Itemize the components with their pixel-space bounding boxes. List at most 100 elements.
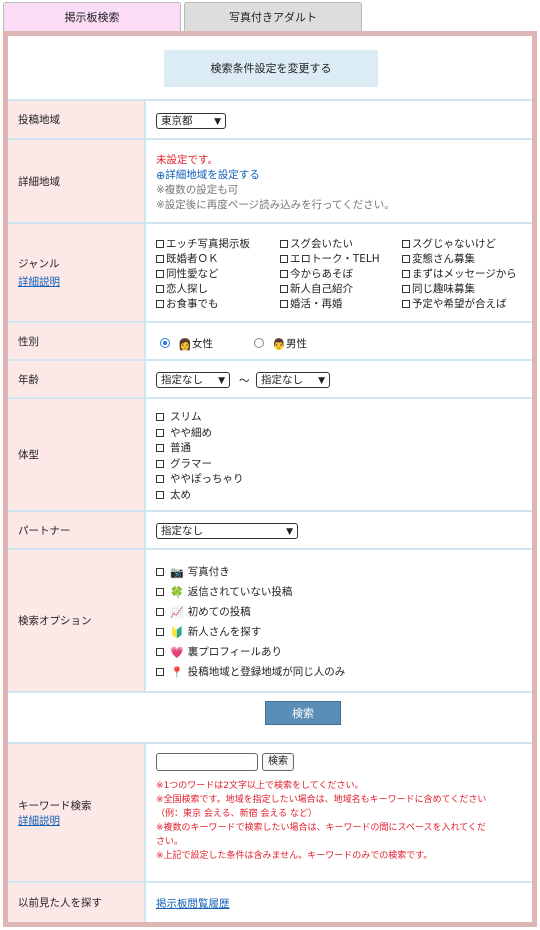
body-type-row: 体型 スリム やや細め 普通 グラマー ややぽっちゃり 太め — [8, 399, 532, 512]
partner-select[interactable]: 指定なし ▼ — [156, 523, 298, 539]
detail-region-note-reload: ※設定後に再度ページ読み込みを行ってください。 — [156, 199, 395, 211]
search-option[interactable]: 📈 初めての投稿 — [156, 604, 251, 619]
genre-checkbox[interactable] — [280, 255, 288, 263]
genre-option[interactable]: スグ会いたい — [280, 236, 353, 251]
genre-checkbox[interactable] — [156, 300, 164, 308]
genre-checkbox[interactable] — [156, 270, 164, 278]
genre-option[interactable]: エロトーク・TELH — [280, 251, 380, 266]
detail-region-note-multiple: ※複数の設定も可 — [156, 184, 239, 196]
age-from-select[interactable]: 指定なし ▼ — [156, 372, 230, 388]
search-option-label: 返信されていない投稿 — [187, 586, 293, 598]
body-type-checkbox[interactable] — [156, 413, 164, 421]
genre-checkbox[interactable] — [280, 300, 288, 308]
detail-region-label: 詳細地域 — [8, 140, 146, 222]
keyword-help-link[interactable]: 詳細説明 — [18, 813, 60, 828]
genre-checkbox[interactable] — [280, 240, 288, 248]
region-select[interactable]: 東京都 ▼ — [156, 113, 226, 129]
genre-option-label: 今からあそぼ — [290, 268, 353, 280]
age-to-select[interactable]: 指定なし ▼ — [256, 372, 330, 388]
body-type-option[interactable]: 普通 — [156, 440, 191, 455]
plus-circle-icon: ⊕ — [156, 169, 166, 182]
genre-checkbox[interactable] — [402, 255, 410, 263]
genre-option-label: 婚活・再婚 — [290, 298, 343, 310]
search-option[interactable]: 💗 裏プロフィールあり — [156, 644, 282, 659]
keyword-input[interactable] — [156, 753, 258, 771]
tab-board-search[interactable]: 掲示板検索 — [3, 2, 181, 32]
genre-option[interactable]: 既婚者ＯＫ — [156, 251, 219, 266]
body-type-checkbox[interactable] — [156, 490, 164, 499]
change-settings-button[interactable]: 検索条件設定を変更する — [164, 50, 378, 87]
body-type-checkbox[interactable] — [156, 475, 164, 483]
body-type-checkbox[interactable] — [156, 459, 164, 468]
gender-male-option[interactable]: 👨男性 — [254, 336, 307, 351]
genre-option[interactable]: 婚活・再婚 — [280, 296, 343, 311]
genre-option[interactable]: お食事でも — [156, 296, 219, 311]
body-type-option[interactable]: 太め — [156, 487, 191, 502]
genre-option-label: スグ会いたい — [290, 238, 353, 250]
keyword-label: キーワード検索 — [18, 799, 92, 812]
genre-option[interactable]: 同じ趣味募集 — [402, 281, 475, 296]
body-type-checkbox[interactable] — [156, 428, 164, 437]
search-option-checkbox[interactable] — [156, 608, 164, 616]
female-label: 女性 — [192, 338, 214, 350]
search-option-label: 投稿地域と登録地域が同じ人のみ — [187, 666, 346, 678]
genre-checkbox[interactable] — [156, 240, 164, 248]
search-option-checkbox[interactable] — [156, 628, 164, 636]
search-option-checkbox[interactable] — [156, 568, 164, 576]
tab-photo-adult[interactable]: 写真付きアダルト — [184, 2, 362, 32]
search-option-checkbox[interactable] — [156, 648, 164, 656]
gender-female-option[interactable]: 👩女性 — [160, 336, 213, 351]
detail-region-status: 未設定です。 — [156, 154, 218, 166]
region-select-value: 東京都 — [161, 115, 193, 127]
genre-help-link[interactable]: 詳細説明 — [18, 274, 60, 289]
body-type-option-label: ややぽっちゃり — [170, 473, 244, 485]
search-option-label: 新人さんを探す — [187, 626, 262, 638]
body-type-option[interactable]: ややぽっちゃり — [156, 471, 244, 486]
search-option[interactable]: 📍 投稿地域と登録地域が同じ人のみ — [156, 664, 345, 679]
genre-option-label: 変態さん募集 — [412, 253, 475, 265]
genre-checkbox[interactable] — [402, 240, 410, 248]
body-type-option[interactable]: グラマー — [156, 456, 212, 471]
genre-option[interactable]: 同性愛など — [156, 266, 219, 281]
board-history-link[interactable]: 掲示板閲覧履歴 — [156, 896, 230, 911]
chevron-down-icon: ▼ — [214, 117, 221, 127]
genre-option[interactable]: まずはメッセージから — [402, 266, 517, 281]
male-label: 男性 — [286, 338, 308, 350]
genre-option-label: 既婚者ＯＫ — [166, 253, 219, 265]
genre-option[interactable]: 今からあそぼ — [280, 266, 353, 281]
detail-region-row: 詳細地域 未設定です。 ⊕詳細地域を設定する ※複数の設定も可 ※設定後に再度ペ… — [8, 140, 532, 224]
genre-checkbox[interactable] — [156, 255, 164, 263]
genre-option-label: お食事でも — [166, 298, 219, 310]
genre-checkbox[interactable] — [402, 285, 410, 293]
body-type-option[interactable]: スリム — [156, 409, 202, 424]
search-option-checkbox[interactable] — [156, 588, 164, 596]
genre-checkbox[interactable] — [402, 270, 410, 278]
chevron-down-icon: ▼ — [218, 376, 225, 386]
genre-option[interactable]: 恋人探し — [156, 281, 208, 296]
search-option[interactable]: 🍀 返信されていない投稿 — [156, 584, 292, 599]
search-button-row: 検索 — [8, 693, 532, 744]
genre-option[interactable]: エッチ写真掲示板 — [156, 236, 250, 251]
detail-region-link-text[interactable]: 詳細地域を設定する — [165, 169, 260, 181]
body-type-checkbox[interactable] — [156, 444, 164, 452]
chevron-down-icon: ▼ — [286, 527, 293, 537]
genre-checkbox[interactable] — [280, 285, 288, 293]
genre-checkbox[interactable] — [402, 300, 410, 308]
search-button[interactable]: 検索 — [265, 701, 341, 725]
female-radio[interactable] — [160, 338, 170, 348]
genre-option[interactable]: 新人自己紹介 — [280, 281, 353, 296]
search-option[interactable]: 🔰 新人さんを探す — [156, 624, 261, 639]
genre-checkbox[interactable] — [280, 270, 288, 278]
history-row: 以前見た人を探す 掲示板閲覧履歴 — [8, 883, 532, 922]
detail-region-link[interactable]: ⊕詳細地域を設定する — [156, 167, 260, 182]
genre-option[interactable]: スグじゃないけど — [402, 236, 496, 251]
genre-option[interactable]: 変態さん募集 — [402, 251, 475, 266]
male-radio[interactable] — [254, 338, 264, 348]
keyword-search-button[interactable]: 検索 — [262, 753, 294, 771]
genre-option-label: 恋人探し — [166, 283, 208, 295]
body-type-option[interactable]: やや細め — [156, 425, 212, 440]
genre-checkbox[interactable] — [156, 285, 164, 293]
search-option[interactable]: 📷 写真付き — [156, 564, 230, 579]
genre-option[interactable]: 予定や希望が合えば — [402, 296, 507, 311]
search-option-checkbox[interactable] — [156, 668, 164, 676]
